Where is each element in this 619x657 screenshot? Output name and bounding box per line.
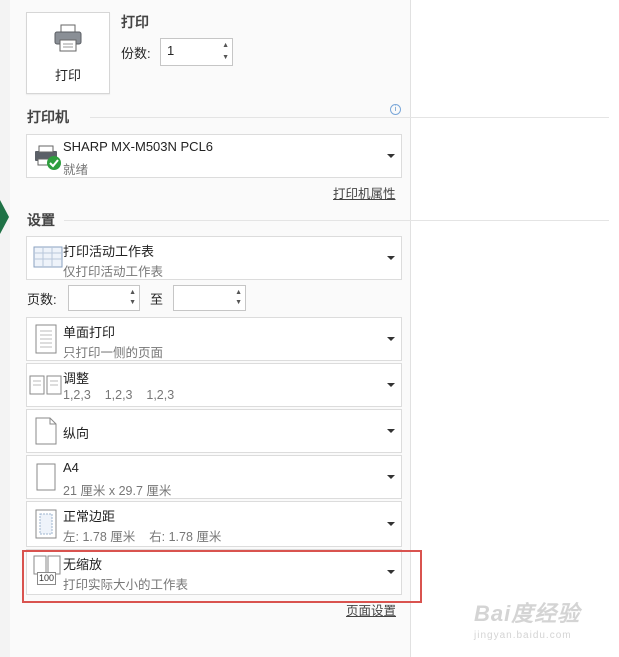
printer-ready-icon: [35, 145, 61, 170]
collate-subtitle: 1,2,3 1,2,3 1,2,3: [63, 388, 175, 402]
chevron-down-icon: [387, 154, 395, 158]
no-scaling-icon: 100: [33, 554, 63, 590]
info-icon[interactable]: i: [390, 104, 401, 115]
copies-label: 份数:: [121, 46, 151, 61]
chevron-down-icon: [387, 570, 395, 574]
watermark: Bai度经验 jingyan.baidu.com: [474, 596, 580, 641]
collate-title: 调整: [63, 371, 90, 386]
printer-name: SHARP MX-M503N PCL6: [63, 139, 214, 154]
paper-size-icon: [36, 463, 56, 491]
settings-divider: [64, 220, 609, 221]
margins-subtitle: 左: 1.78 厘米 右: 1.78 厘米: [63, 530, 222, 544]
copies-down-arrow-icon[interactable]: ▼: [222, 54, 229, 62]
back-arrow-tab[interactable]: [0, 200, 9, 234]
copies-input[interactable]: 1 ▲ ▼: [160, 38, 233, 66]
print-button[interactable]: 打印: [26, 12, 110, 94]
print-what-subtitle: 仅打印活动工作表: [63, 265, 164, 279]
chevron-down-icon: [387, 256, 395, 260]
paper-size-title: A4: [63, 460, 79, 475]
scaling-subtitle: 打印实际大小的工作表: [63, 578, 189, 592]
collated-pages-icon: [29, 375, 62, 395]
left-edge: [0, 0, 10, 657]
margins-title: 正常边距: [63, 509, 116, 524]
worksheet-icon: [33, 246, 63, 268]
chevron-down-icon: [387, 522, 395, 526]
chevron-down-icon: [387, 337, 395, 341]
chevron-down-icon: [387, 429, 395, 433]
collate-dropdown[interactable]: 调整 1,2,3 1,2,3 1,2,3: [26, 363, 402, 407]
sides-title: 单面打印: [63, 325, 116, 340]
copies-up-arrow-icon[interactable]: ▲: [222, 42, 229, 50]
orientation-title: 纵向: [63, 426, 90, 441]
margins-icon: [35, 509, 57, 539]
chevron-down-icon: [387, 475, 395, 479]
print-heading: 打印: [121, 14, 149, 30]
watermark-url: jingyan.baidu.com: [474, 630, 572, 641]
pages-to-label: 至: [150, 292, 164, 307]
page-setup-link[interactable]: 页面设置: [346, 600, 396, 619]
orientation-dropdown[interactable]: 纵向: [26, 409, 402, 453]
settings-heading: 设置: [27, 212, 55, 228]
pages-to-down-arrow-icon[interactable]: ▼: [235, 299, 242, 307]
printer-divider: [90, 117, 609, 118]
scaling-100-label: 100: [37, 572, 57, 585]
pages-label: 页数:: [27, 292, 57, 307]
watermark-logo-text: Bai度经验: [474, 601, 581, 626]
copies-value: 1: [167, 43, 175, 58]
print-what-dropdown[interactable]: 打印活动工作表 仅打印活动工作表: [26, 236, 402, 280]
sides-subtitle: 只打印一侧的页面: [63, 346, 164, 360]
scaling-dropdown[interactable]: 100 无缩放 打印实际大小的工作表: [26, 549, 402, 595]
one-sided-page-icon: [35, 324, 57, 354]
printer-properties-link[interactable]: 打印机属性: [333, 183, 396, 202]
scaling-title: 无缩放: [63, 557, 103, 572]
printer-heading: 打印机: [27, 109, 69, 125]
pages-from-input[interactable]: ▲ ▼: [68, 285, 140, 311]
chevron-down-icon: [387, 383, 395, 387]
sides-dropdown[interactable]: 单面打印 只打印一侧的页面: [26, 317, 402, 361]
portrait-page-icon: [35, 417, 57, 445]
printer-status: 就绪: [63, 163, 89, 177]
print-what-title: 打印活动工作表: [63, 244, 155, 259]
printer-icon: [54, 24, 82, 52]
paper-size-subtitle: 21 厘米 x 29.7 厘米: [63, 484, 172, 498]
margins-dropdown[interactable]: 正常边距 左: 1.78 厘米 右: 1.78 厘米: [26, 501, 402, 547]
pages-from-up-arrow-icon[interactable]: ▲: [129, 289, 136, 297]
pages-from-down-arrow-icon[interactable]: ▼: [129, 299, 136, 307]
printer-dropdown[interactable]: SHARP MX-M503N PCL6 就绪: [26, 134, 402, 178]
pages-to-input[interactable]: ▲ ▼: [173, 285, 246, 311]
print-button-label: 打印: [54, 68, 81, 83]
paper-size-dropdown[interactable]: A4 21 厘米 x 29.7 厘米: [26, 455, 402, 499]
pages-to-up-arrow-icon[interactable]: ▲: [235, 289, 242, 297]
